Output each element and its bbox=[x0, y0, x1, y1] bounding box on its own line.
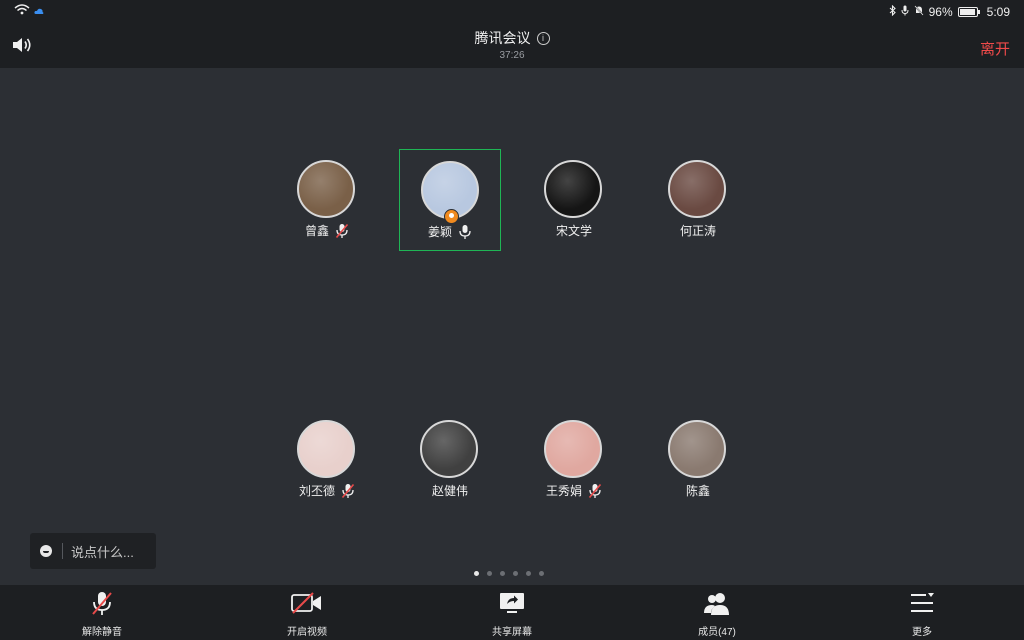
unmute-label: 解除静音 bbox=[82, 627, 122, 638]
mic-muted-icon bbox=[341, 483, 355, 499]
leave-button[interactable]: 离开 bbox=[980, 38, 1010, 59]
mic-status-icon bbox=[901, 5, 909, 19]
participant-name: 曾鑫 bbox=[304, 224, 329, 238]
more-menu-icon bbox=[909, 591, 935, 620]
participant-tile[interactable]: 宋文学 bbox=[523, 149, 625, 251]
meeting-timer: 37:26 bbox=[499, 50, 525, 61]
video-off-icon bbox=[291, 591, 323, 620]
chat-input[interactable]: 说点什么... bbox=[30, 533, 156, 569]
more-button[interactable]: 更多 bbox=[872, 585, 972, 640]
participant-tile[interactable]: 何正涛 bbox=[647, 149, 749, 251]
unmute-button[interactable]: 解除静音 bbox=[52, 585, 152, 640]
participant-name-row: 陈鑫 bbox=[647, 482, 749, 499]
participant-name: 陈鑫 bbox=[685, 484, 710, 498]
share-screen-icon bbox=[499, 591, 525, 620]
chat-placeholder: 说点什么... bbox=[71, 544, 134, 560]
avatar[interactable] bbox=[668, 420, 726, 478]
participant-name: 宋文学 bbox=[555, 224, 592, 238]
participant-name: 赵健伟 bbox=[431, 484, 468, 498]
page-dot[interactable] bbox=[474, 571, 479, 576]
participant-name: 刘丕德 bbox=[298, 484, 335, 498]
participant-name: 王秀娟 bbox=[545, 484, 582, 498]
participant-name: 姜颖 bbox=[427, 225, 452, 239]
more-label: 更多 bbox=[912, 627, 932, 638]
page-dot[interactable] bbox=[513, 571, 518, 576]
participant-name: 何正涛 bbox=[679, 224, 716, 238]
page-dot[interactable] bbox=[526, 571, 531, 576]
avatar[interactable] bbox=[544, 160, 602, 218]
avatar[interactable] bbox=[297, 420, 355, 478]
mic-icon bbox=[458, 224, 472, 240]
members-label: 成员(47) bbox=[698, 627, 736, 638]
bell-off-icon bbox=[914, 5, 924, 19]
clock: 5:09 bbox=[986, 5, 1010, 19]
participant-tile[interactable]: 赵健伟 bbox=[399, 409, 501, 511]
participant-name-row: 赵健伟 bbox=[399, 482, 501, 499]
participant-tile[interactable]: 曾鑫 bbox=[276, 149, 378, 251]
meeting-header: 腾讯会议 i 37:26 离开 bbox=[0, 24, 1024, 68]
host-badge-icon bbox=[444, 209, 459, 224]
bottom-toolbar: 解除静音 开启视频 共享屏幕 成员(47) 更多 bbox=[0, 585, 1024, 640]
members-icon bbox=[702, 591, 732, 622]
status-bar: 96% 5:09 bbox=[0, 0, 1024, 24]
participant-tile[interactable]: 刘丕德 bbox=[276, 409, 378, 511]
share-screen-label: 共享屏幕 bbox=[492, 627, 532, 638]
page-dot[interactable] bbox=[487, 571, 492, 576]
battery-percent: 96% bbox=[928, 5, 953, 19]
page-dot[interactable] bbox=[539, 571, 544, 576]
members-button[interactable]: 成员(47) bbox=[667, 585, 767, 640]
battery-icon bbox=[957, 7, 980, 17]
start-video-label: 开启视频 bbox=[287, 627, 327, 638]
participant-name-row: 何正涛 bbox=[647, 222, 749, 239]
avatar[interactable] bbox=[297, 160, 355, 218]
participant-name-row: 宋文学 bbox=[523, 222, 625, 239]
mic-muted-icon bbox=[90, 591, 114, 622]
participant-name-row: 曾鑫 bbox=[276, 222, 378, 239]
mic-muted-icon bbox=[335, 223, 349, 239]
meeting-title-text: 腾讯会议 bbox=[474, 30, 531, 46]
avatar[interactable] bbox=[544, 420, 602, 478]
participant-tile[interactable]: 王秀娟 bbox=[523, 409, 625, 511]
participant-name-row: 姜颖 bbox=[400, 223, 500, 240]
page-dot[interactable] bbox=[500, 571, 505, 576]
participant-tile[interactable]: 陈鑫 bbox=[647, 409, 749, 511]
start-video-button[interactable]: 开启视频 bbox=[257, 585, 357, 640]
mic-muted-icon bbox=[588, 483, 602, 499]
participant-name-row: 刘丕德 bbox=[276, 482, 378, 499]
bluetooth-icon bbox=[889, 4, 896, 19]
cloud-icon bbox=[34, 4, 44, 18]
divider bbox=[62, 543, 63, 559]
avatar[interactable] bbox=[420, 420, 478, 478]
share-screen-button[interactable]: 共享屏幕 bbox=[462, 585, 562, 640]
info-icon[interactable]: i bbox=[536, 31, 550, 45]
emoji-icon[interactable] bbox=[40, 545, 52, 557]
wifi-icon bbox=[14, 4, 30, 18]
page-indicator[interactable] bbox=[474, 571, 544, 576]
meeting-title[interactable]: 腾讯会议 i bbox=[475, 28, 550, 48]
participant-name-row: 王秀娟 bbox=[523, 482, 625, 499]
avatar[interactable] bbox=[668, 160, 726, 218]
participant-tile[interactable]: 姜颖 bbox=[399, 149, 501, 251]
